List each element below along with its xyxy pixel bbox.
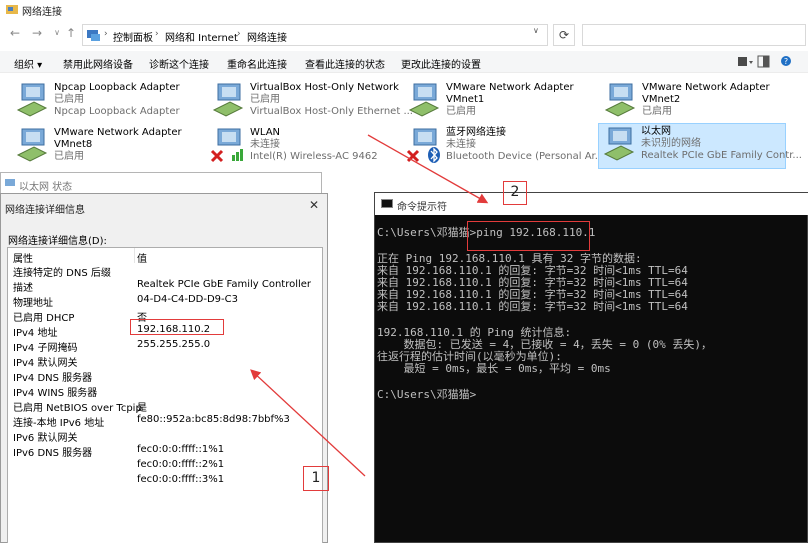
annotation-arrows	[250, 134, 489, 477]
arrow-to-cmd	[367, 134, 489, 204]
arrow-to-ipv4	[250, 369, 366, 477]
screenshot-root: { "window": {"title": "网络连接"}, "nav": {"…	[0, 0, 808, 543]
